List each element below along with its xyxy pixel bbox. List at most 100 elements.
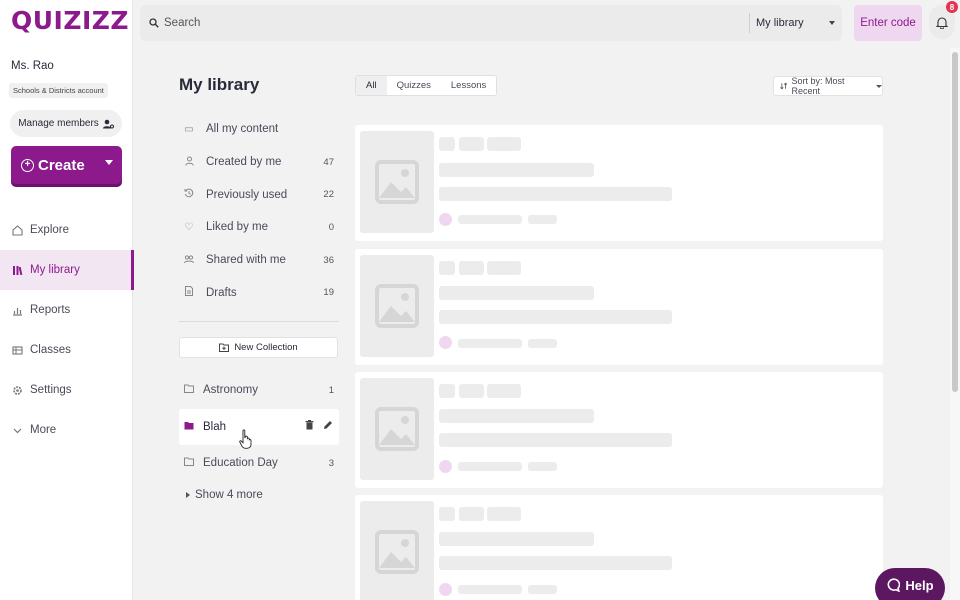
account-type-badge: Schools & Districts account (9, 83, 108, 98)
skeleton-block (439, 187, 672, 201)
folder-icon (184, 457, 194, 469)
library-item-label: Shared with me (206, 254, 286, 267)
skeleton-avatar (439, 460, 452, 473)
nav-item-label: Explore (30, 224, 69, 236)
tab-quizzes[interactable]: Quizzes (387, 76, 441, 95)
nav-item-label: Reports (30, 304, 71, 316)
collection-actions (305, 419, 333, 430)
library-item-label: Drafts (206, 286, 237, 299)
skeleton-block (459, 384, 484, 398)
caret-down-icon (876, 84, 882, 88)
skeleton-block (439, 409, 594, 423)
create-button[interactable]: + Create (11, 146, 122, 184)
thumbnail-placeholder (360, 131, 434, 233)
collection-label: Astronomy (203, 384, 258, 397)
library-item-label: Created by me (206, 156, 282, 169)
library-item-shared-with-me[interactable]: Shared with me 36 (179, 244, 339, 277)
trash-icon[interactable] (305, 419, 314, 430)
chevron-down-icon[interactable] (105, 160, 113, 165)
sort-dropdown[interactable]: Sort by: Most Recent (773, 76, 883, 96)
collection-item[interactable]: Blah (179, 408, 339, 445)
thumbnail-placeholder (360, 378, 434, 480)
content-card-skeleton[interactable] (355, 495, 883, 600)
skeleton-block (439, 286, 594, 300)
collection-label: Blah (203, 420, 227, 433)
skeleton-block (528, 215, 557, 224)
nav-item-label: Classes (30, 344, 71, 356)
nav-item-explore[interactable]: Explore (0, 210, 133, 250)
main-nav: Explore My library Reports Classes Setti… (0, 210, 134, 450)
classes-icon (11, 344, 23, 356)
library-item-liked-by-me[interactable]: ♡ Liked by me 0 (179, 211, 339, 244)
image-placeholder-icon (375, 160, 419, 204)
library-item-created-by-me[interactable]: Created by me 47 (179, 146, 339, 179)
library-item-label: Liked by me (206, 221, 269, 234)
skeleton-block (487, 384, 521, 398)
shared-icon (184, 254, 194, 267)
collection-item[interactable]: Astronomy 1 (179, 372, 339, 409)
nav-item-reports[interactable]: Reports (0, 290, 133, 330)
create-label: Create (38, 156, 85, 174)
sidebar: QUIZIZZ Ms. Rao Schools & Districts acco… (0, 0, 134, 600)
nav-item-my-library[interactable]: My library (0, 250, 134, 290)
nav-item-classes[interactable]: Classes (0, 330, 133, 370)
scrollbar-thumb[interactable] (952, 52, 958, 392)
library-filter-list: ▭ All my content Created by me 47 Previo… (179, 113, 339, 309)
new-collection-label: New Collection (234, 342, 298, 353)
box-icon: ▭ (184, 123, 194, 135)
library-item-count: 22 (323, 189, 334, 201)
library-item-count: 47 (323, 156, 334, 168)
enter-code-button[interactable]: Enter code (854, 5, 922, 41)
divider (179, 321, 339, 322)
library-item-count: 19 (323, 287, 334, 299)
nav-item-more[interactable]: More (0, 410, 133, 450)
gear-icon (11, 384, 23, 396)
nav-item-label: More (30, 424, 57, 436)
nav-item-settings[interactable]: Settings (0, 370, 133, 410)
help-button[interactable]: Help (875, 568, 945, 600)
user-settings-icon (102, 119, 114, 128)
skeleton-avatar (439, 213, 452, 226)
skeleton-block (439, 433, 672, 447)
plus-icon: + (21, 158, 34, 172)
skeleton-block (458, 462, 522, 471)
skeleton-block (439, 261, 455, 275)
new-collection-button[interactable]: New Collection (179, 337, 338, 358)
library-item-previously-used[interactable]: Previously used 22 (179, 178, 339, 211)
heart-icon: ♡ (184, 221, 194, 233)
show-more-collections[interactable]: Show 4 more (186, 489, 263, 501)
content-card-skeleton[interactable] (355, 125, 883, 241)
folder-filled-icon (184, 421, 194, 433)
tab-lessons[interactable]: Lessons (441, 76, 496, 95)
search-input[interactable] (164, 17, 724, 29)
library-item-count: 0 (328, 221, 334, 233)
nav-item-label: My library (30, 264, 80, 276)
search-bar: My library (140, 5, 842, 41)
skeleton-block (439, 507, 455, 521)
manage-members-button[interactable]: Manage members (10, 110, 122, 137)
quizizz-logo[interactable]: QUIZIZZ (11, 6, 129, 35)
manage-members-label: Manage members (18, 118, 99, 129)
library-item-all-content[interactable]: ▭ All my content (179, 113, 339, 146)
skeleton-block (459, 507, 484, 521)
vertical-scrollbar[interactable] (950, 48, 960, 600)
tab-all[interactable]: All (356, 76, 387, 95)
pencil-icon[interactable] (323, 420, 333, 430)
skeleton-block (459, 137, 484, 151)
content-type-tabs: All Quizzes Lessons (355, 75, 498, 96)
skeleton-block (528, 585, 557, 594)
caret-right-icon (186, 492, 190, 498)
content-card-skeleton[interactable] (355, 372, 883, 488)
hand-pointer-cursor-icon (239, 429, 252, 449)
chevron-down-icon (11, 424, 23, 436)
user-icon (184, 156, 194, 169)
content-card-skeleton[interactable] (355, 249, 883, 365)
search-scope-select[interactable]: My library (749, 13, 841, 33)
document-icon (184, 286, 194, 299)
skeleton-avatar (439, 583, 452, 596)
search-scope-value: My library (756, 17, 804, 29)
collection-item[interactable]: Education Day 3 (179, 445, 339, 482)
library-item-drafts[interactable]: Drafts 19 (179, 276, 339, 309)
show-more-label: Show 4 more (195, 489, 263, 501)
user-name: Ms. Rao (11, 60, 54, 72)
